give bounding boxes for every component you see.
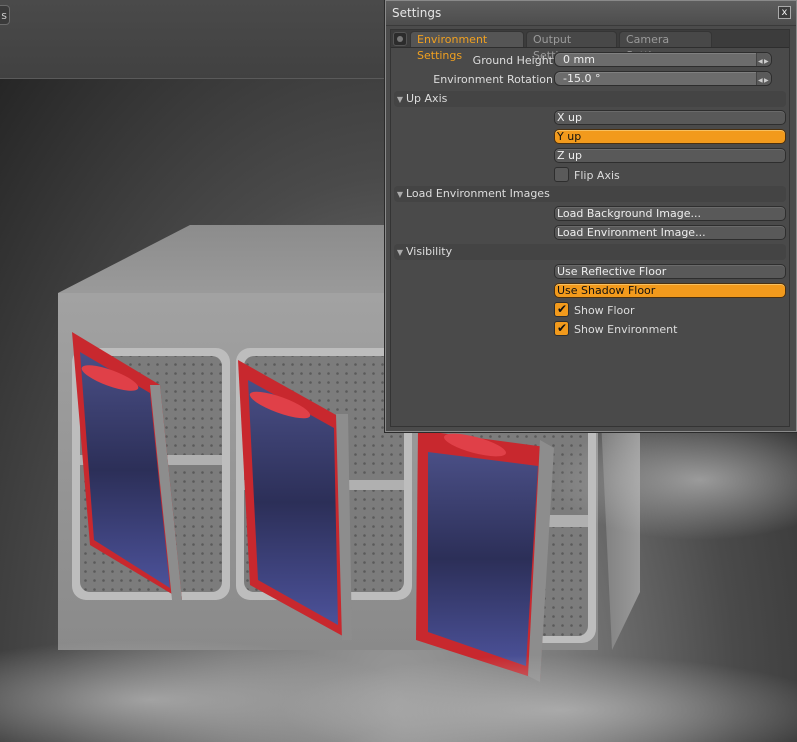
collapse-arrow-icon: ▼ [396, 190, 404, 199]
tab-camera-settings[interactable]: Camera Settings [619, 31, 712, 62]
panel-menu-icon[interactable] [393, 32, 407, 46]
environment-rotation-spinner[interactable] [756, 72, 771, 87]
show-floor-checkbox[interactable] [554, 302, 569, 317]
load-environment-image-button[interactable]: Load Environment Image... [554, 225, 786, 240]
tab-environment-settings[interactable]: Environment Settings [410, 31, 524, 62]
collapse-arrow-icon: ▼ [396, 95, 404, 104]
load-images-section-header[interactable]: ▼ Load Environment Images [394, 186, 786, 202]
show-floor-label: Show Floor [574, 304, 635, 317]
x-up-button[interactable]: X up [554, 110, 786, 125]
up-axis-title: Up Axis [406, 92, 448, 105]
visibility-section-header[interactable]: ▼ Visibility [394, 244, 786, 260]
y-up-button[interactable]: Y up [554, 129, 786, 144]
use-shadow-floor-button[interactable]: Use Shadow Floor [554, 283, 786, 298]
ground-height-field[interactable]: 0 mm [554, 52, 772, 68]
settings-content: Environment Settings Output Settings Cam… [390, 29, 790, 427]
z-up-button[interactable]: Z up [554, 148, 786, 163]
settings-panel: Settings x Environment Settings Output S… [385, 0, 797, 432]
flip-axis-checkbox[interactable] [554, 167, 569, 182]
tab-output-settings[interactable]: Output Settings [526, 31, 617, 62]
show-environment-checkbox[interactable] [554, 321, 569, 336]
ground-height-spinner[interactable] [756, 53, 771, 68]
load-background-image-button[interactable]: Load Background Image... [554, 206, 786, 221]
environment-rotation-value: -15.0 ° [563, 72, 601, 85]
ground-height-label: Ground Height [472, 54, 553, 67]
ground-height-value: 0 mm [563, 53, 595, 66]
up-axis-section-header[interactable]: ▼ Up Axis [394, 91, 786, 107]
toolbar-button[interactable]: s [0, 5, 10, 25]
environment-rotation-label: Environment Rotation [433, 73, 553, 86]
environment-rotation-field[interactable]: -15.0 ° [554, 71, 772, 87]
collapse-arrow-icon: ▼ [396, 248, 404, 257]
tab-bar: Environment Settings Output Settings Cam… [391, 30, 789, 62]
settings-title: Settings [392, 6, 442, 20]
environment-rotation-row: Environment Rotation -15.0 ° [391, 70, 789, 89]
show-environment-label: Show Environment [574, 323, 678, 336]
use-reflective-floor-button[interactable]: Use Reflective Floor [554, 264, 786, 279]
ground-height-row: Ground Height 0 mm [391, 51, 789, 70]
close-icon[interactable]: x [778, 6, 791, 19]
visibility-title: Visibility [406, 245, 453, 258]
load-images-title: Load Environment Images [406, 187, 550, 200]
settings-titlebar[interactable]: Settings x [386, 1, 796, 26]
flip-axis-label: Flip Axis [574, 169, 620, 182]
